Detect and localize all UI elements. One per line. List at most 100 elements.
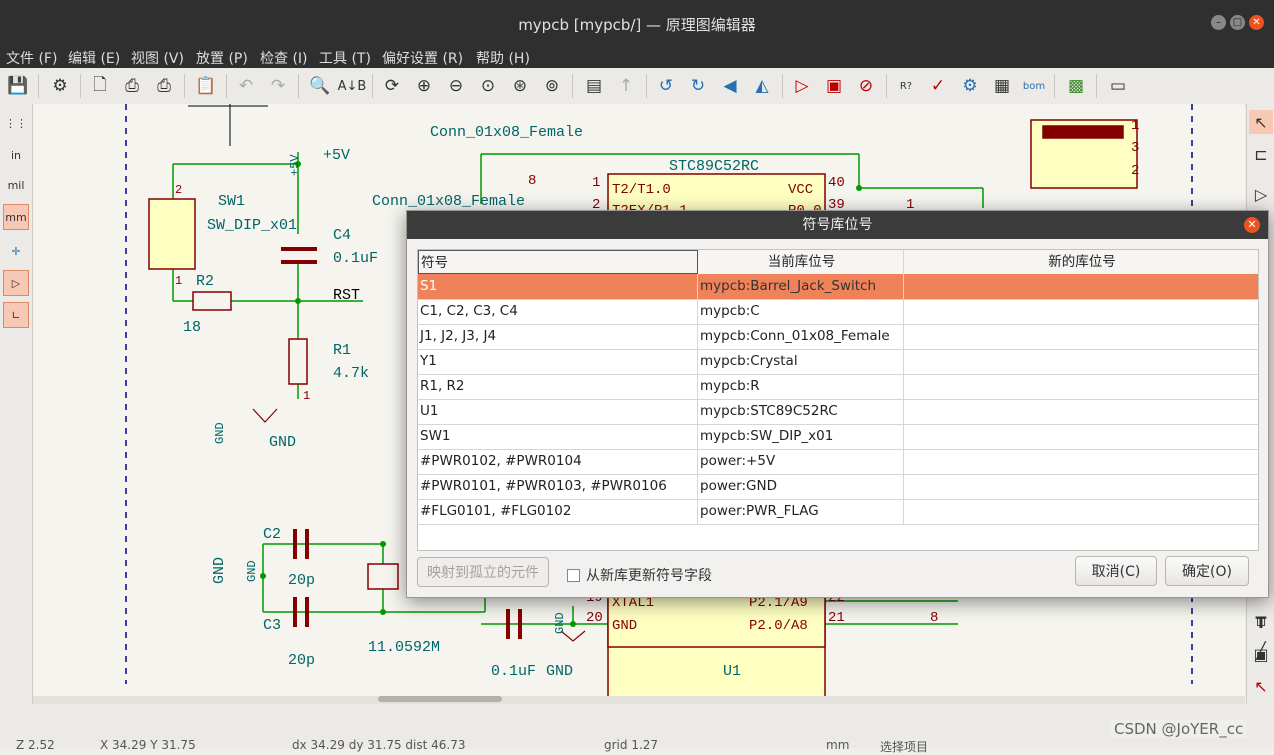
dialog-close-icon[interactable]: ✕ <box>1244 217 1260 233</box>
label-sw-val: SW_DIP_x01 <box>207 217 297 234</box>
erc-icon[interactable]: ✓ <box>926 74 950 98</box>
menu-view[interactable]: 视图 (V) <box>131 48 184 68</box>
checkbox-box[interactable] <box>567 568 580 582</box>
mirror-horizontal-icon[interactable]: ◭ <box>750 74 774 98</box>
column-header-symbol[interactable]: 符号 <box>418 250 698 274</box>
pin-num-40: 40 <box>828 175 845 191</box>
zoom-fit-icon[interactable]: ⊙ <box>476 74 500 98</box>
label-c1-val: 0.1uF <box>491 663 536 680</box>
menu-edit[interactable]: 编辑 (E) <box>68 48 120 68</box>
close-icon[interactable]: ✕ <box>1249 15 1264 30</box>
pin-gnd: GND <box>612 618 637 634</box>
find-icon[interactable]: 🔍 <box>308 74 332 98</box>
bom-icon[interactable]: bom <box>1022 74 1046 98</box>
rotate-ccw-icon[interactable]: ↺ <box>654 74 678 98</box>
zoom-out-icon[interactable]: ⊖ <box>444 74 468 98</box>
plot-icon[interactable]: ⎙ <box>152 74 176 98</box>
horizontal-scrollbar[interactable] <box>33 696 1245 704</box>
cell-new[interactable] <box>904 324 1258 349</box>
symbol-editor-icon[interactable]: ▷ <box>790 74 814 98</box>
cell-new[interactable] <box>904 349 1258 374</box>
save-icon[interactable]: 💾 <box>6 74 30 98</box>
table-row[interactable]: #PWR0101, #PWR0103, #PWR0106 power:GND <box>418 474 1258 500</box>
menu-file[interactable]: 文件 (F) <box>6 48 57 68</box>
symbol-browser-icon[interactable]: ▣ <box>822 74 846 98</box>
cell-symbol: #FLG0101, #FLG0102 <box>418 499 698 524</box>
undo-icon[interactable]: ↶ <box>234 74 258 98</box>
cell-new[interactable] <box>904 374 1258 399</box>
highlight-net-icon[interactable]: ⊏ <box>1249 142 1273 166</box>
cell-new[interactable] <box>904 299 1258 324</box>
symbol-table[interactable]: 符号 当前库位号 新的库位号 S1 mypcb:Barrel_Jack_Swit… <box>417 249 1259 551</box>
menu-help[interactable]: 帮助 (H) <box>476 48 530 68</box>
cell-symbol: R1, R2 <box>418 374 698 399</box>
cell-new[interactable] <box>904 274 1258 299</box>
zoom-in-icon[interactable]: ⊕ <box>412 74 436 98</box>
cell-new[interactable] <box>904 399 1258 424</box>
wire-angle-icon[interactable]: ∟ <box>3 302 29 328</box>
select-icon[interactable]: ↖ <box>1249 110 1273 134</box>
maximize-icon[interactable]: □ <box>1230 15 1245 30</box>
units-mm-button[interactable]: mm <box>3 204 29 230</box>
table-row[interactable]: S1 mypcb:Barrel_Jack_Switch <box>418 274 1258 300</box>
menu-tools[interactable]: 工具 (T) <box>319 48 371 68</box>
pcb-editor-icon[interactable]: ▩ <box>1064 74 1088 98</box>
delete-icon[interactable]: ↖ <box>1249 674 1273 698</box>
cancel-button[interactable]: 取消(C) <box>1075 556 1157 586</box>
page-settings-icon[interactable]: ⚙ <box>48 74 72 98</box>
cell-new[interactable] <box>904 474 1258 499</box>
minimize-icon[interactable]: – <box>1211 15 1226 30</box>
cell-symbol: S1 <box>418 274 698 299</box>
cell-new[interactable] <box>904 449 1258 474</box>
table-row[interactable]: #FLG0101, #FLG0102 power:PWR_FLAG <box>418 499 1258 525</box>
menu-inspect[interactable]: 检查 (I) <box>260 48 308 68</box>
leave-sheet-icon[interactable]: ↑ <box>614 74 638 98</box>
cell-new[interactable] <box>904 424 1258 449</box>
map-orphans-button[interactable]: 映射到孤立的元件 <box>417 557 549 587</box>
rotate-cw-icon[interactable]: ↻ <box>686 74 710 98</box>
print-icon[interactable]: ⎙ <box>120 74 144 98</box>
column-header-current[interactable]: 当前库位号 <box>698 250 904 274</box>
scripting-console-icon[interactable]: ▭ <box>1106 74 1130 98</box>
table-row[interactable]: J1, J2, J3, J4 mypcb:Conn_01x08_Female <box>418 324 1258 350</box>
find-replace-icon[interactable]: A↓B <box>338 74 367 98</box>
add-image-icon[interactable]: ▣ <box>1249 642 1273 666</box>
units-inch-button[interactable]: in <box>3 142 29 168</box>
zoom-objects-icon[interactable]: ⊛ <box>508 74 532 98</box>
hidden-pins-icon[interactable]: ▷ <box>3 270 29 296</box>
annotate-icon[interactable]: R? <box>894 74 918 98</box>
table-row[interactable]: SW1 mypcb:SW_DIP_x01 <box>418 424 1258 450</box>
add-text-icon[interactable]: T <box>1249 610 1273 634</box>
zoom-selection-icon[interactable]: ⊚ <box>540 74 564 98</box>
grid-toggle-icon[interactable]: ⋮⋮ <box>3 110 29 136</box>
ok-button[interactable]: 确定(O) <box>1165 556 1249 586</box>
mirror-vertical-icon[interactable]: ◀ <box>718 74 742 98</box>
table-row[interactable]: R1, R2 mypcb:R <box>418 374 1258 400</box>
label-c4-val: 0.1uF <box>333 250 378 267</box>
menu-preferences[interactable]: 偏好设置 (R) <box>382 48 463 68</box>
jack-pin-1: 1 <box>1131 118 1139 134</box>
netlist-icon[interactable]: ⚙ <box>958 74 982 98</box>
table-row[interactable]: Y1 mypcb:Crystal <box>418 349 1258 375</box>
status-bar: Z 2.52 X 34.29 Y 31.75 dx 34.29 dy 31.75… <box>0 704 1274 754</box>
table-row[interactable]: #PWR0102, #PWR0104 power:+5V <box>418 449 1258 475</box>
refresh-icon[interactable]: ⟳ <box>380 74 404 98</box>
table-row[interactable]: C1, C2, C3, C4 mypcb:C <box>418 299 1258 325</box>
redo-icon[interactable]: ↷ <box>266 74 290 98</box>
cell-symbol: SW1 <box>418 424 698 449</box>
jack-pin-3: 3 <box>1131 140 1139 156</box>
units-mil-button[interactable]: mil <box>3 172 29 198</box>
fields-table-icon[interactable]: ▦ <box>990 74 1014 98</box>
cursor-style-icon[interactable]: ✛ <box>3 238 29 264</box>
menu-place[interactable]: 放置 (P) <box>196 48 248 68</box>
column-header-new[interactable]: 新的库位号 <box>904 250 1258 274</box>
cell-new[interactable] <box>904 499 1258 524</box>
update-fields-checkbox[interactable]: 从新库更新符号字段 <box>567 565 712 585</box>
footprint-assign-icon[interactable]: ⊘ <box>854 74 878 98</box>
new-sheet-icon[interactable]: 🗋 <box>88 74 112 98</box>
cell-current: mypcb:C <box>698 299 904 324</box>
hierarchy-icon[interactable]: ▤ <box>582 74 606 98</box>
table-row[interactable]: U1 mypcb:STC89C52RC <box>418 399 1258 425</box>
paste-icon[interactable]: 📋 <box>194 74 218 98</box>
add-symbol-icon[interactable]: ▷ <box>1249 182 1273 206</box>
